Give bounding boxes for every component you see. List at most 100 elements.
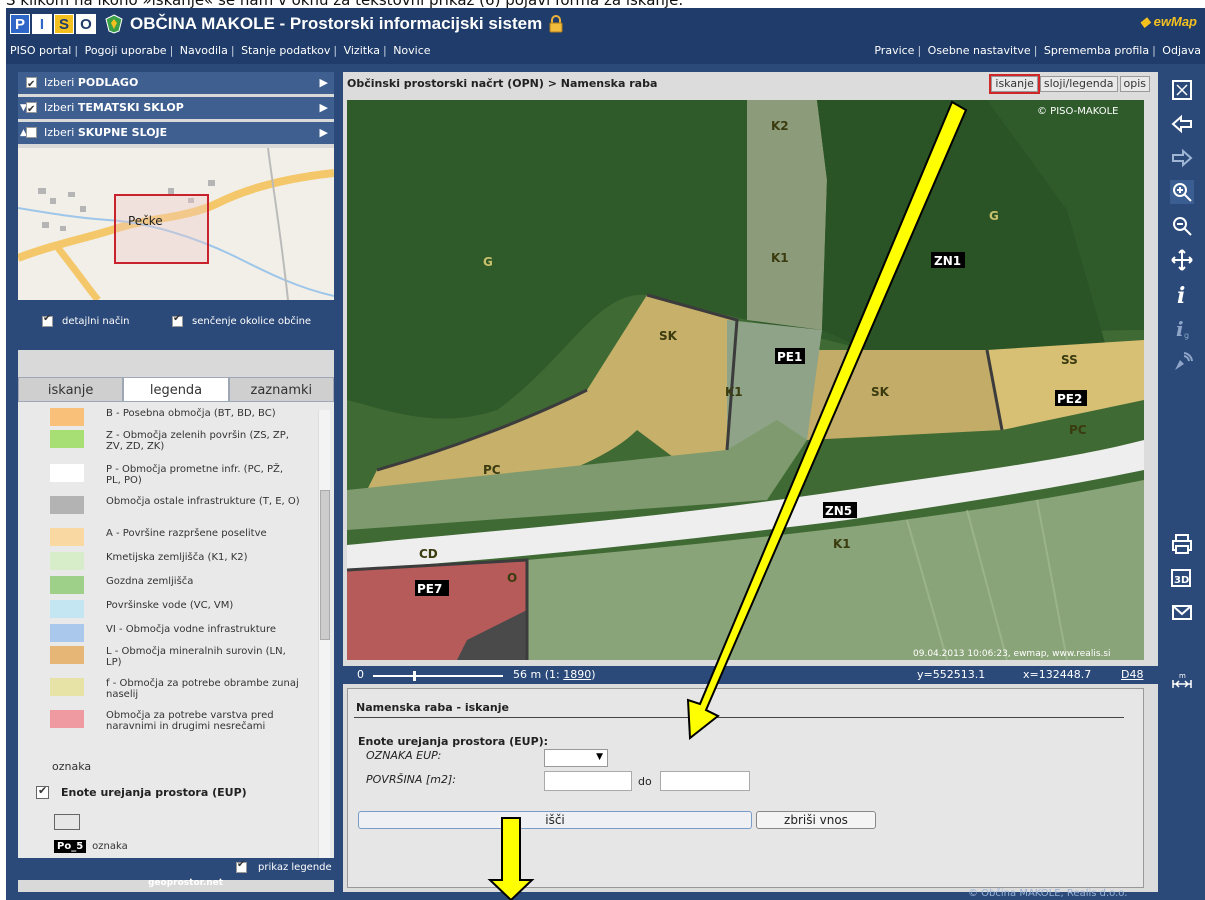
legend-item: A - Površine razpršene poselitve <box>50 528 300 546</box>
clear-button[interactable]: zbriši vnos <box>756 811 876 829</box>
layer-row-common[interactable]: ▲ Izberi SKUPNE SLOJE ▶ <box>18 122 334 144</box>
map-label: PC <box>483 463 501 477</box>
eup-layer-toggle[interactable]: Enote urejanja prostora (EUP) <box>36 784 247 799</box>
area-from-input[interactable] <box>544 771 632 791</box>
full-extent-icon[interactable] <box>1170 78 1194 102</box>
layer-name: SKUPNE SLOJE <box>77 126 168 139</box>
nav-change-profile[interactable]: Sprememba profila <box>1044 44 1149 57</box>
overview-map[interactable]: Pečke <box>18 148 334 300</box>
nav-rights[interactable]: Pravice <box>874 44 914 57</box>
nav-instructions[interactable]: Navodila <box>180 44 228 57</box>
logo-letter-p: P <box>10 14 30 34</box>
map-watermark: © PISO-MAKOLE <box>1037 106 1119 117</box>
nav-news[interactable]: Novice <box>393 44 430 57</box>
nav-logout[interactable]: Odjava <box>1162 44 1201 57</box>
map-label: O <box>507 571 517 585</box>
legend-list: B - Posebna območja (BT, BD, BC) Z - Obm… <box>18 402 334 858</box>
3d-view-icon[interactable]: 3D <box>1170 566 1194 590</box>
legend-scrollbar[interactable] <box>318 410 330 858</box>
nav-data-status[interactable]: Stanje podatkov <box>241 44 330 57</box>
show-legend-checkbox[interactable] <box>236 859 247 873</box>
layer-row-base[interactable]: Izberi PODLAGO ▶ <box>18 72 334 96</box>
map-label: K2 <box>771 119 789 133</box>
zoom-out-icon[interactable] <box>1170 214 1194 238</box>
legend-item: Območja za potrebe varstva pred naravnim… <box>50 710 300 732</box>
oznaka-eup-select[interactable] <box>544 749 608 767</box>
app-header: P I S O OBČINA MAKOLE - Prostorski infor… <box>6 8 1205 64</box>
scale-ratio-link[interactable]: 1890 <box>563 668 591 681</box>
map-label: ZN5 <box>825 504 852 518</box>
svg-text:g: g <box>1184 331 1189 340</box>
nav-piso-portal[interactable]: PISO portal <box>10 44 71 57</box>
chevron-right-icon[interactable]: ▶ <box>320 97 328 119</box>
svg-text:i: i <box>1177 283 1185 306</box>
show-legend-row[interactable]: prikaz legende <box>18 858 334 880</box>
nav-personal-settings[interactable]: Osebne nastavitve <box>928 44 1031 57</box>
map-label: K1 <box>833 537 851 551</box>
layer-checkbox[interactable] <box>26 127 37 138</box>
ewmap-logo: ◆ ewMap <box>1140 14 1197 29</box>
layer-row-theme[interactable]: ▼ Izberi TEMATSKI SKLOP ▶ <box>18 97 334 121</box>
print-icon[interactable] <box>1170 532 1194 556</box>
info-group-icon[interactable]: ig <box>1170 316 1194 340</box>
map-tabs: iskanje sloji/legenda opis <box>989 74 1150 94</box>
top-nav-right: Pravice | Osebne nastavitve | Sprememba pr… <box>874 44 1201 57</box>
brand: P I S O OBČINA MAKOLE - Prostorski infor… <box>10 12 564 36</box>
map-label: ZN1 <box>934 254 961 268</box>
legend-oznaka-label: oznaka <box>52 760 92 773</box>
mail-icon[interactable] <box>1170 600 1194 624</box>
detail-mode-checkbox[interactable] <box>42 313 53 327</box>
legend-item: Gozdna zemljišča <box>50 576 300 594</box>
nav-card[interactable]: Vizitka <box>344 44 380 57</box>
gps-icon[interactable] <box>1170 350 1194 374</box>
pan-icon[interactable] <box>1170 248 1194 272</box>
breadcrumb: Občinski prostorski načrt (OPN) > Namens… <box>347 77 658 90</box>
tab-iskanje[interactable]: iskanje <box>989 74 1040 94</box>
layer-checkbox[interactable] <box>26 74 37 96</box>
legend-item: L - Območja mineralnih surovin (LN, LP) <box>50 646 300 668</box>
shading-option[interactable]: senčenje okolice občine <box>172 313 311 327</box>
zoom-in-icon[interactable] <box>1170 180 1194 204</box>
top-nav-left: PISO portal | Pogoji uporabe | Navodila | S… <box>10 44 431 57</box>
scale-bar-row: 0 56 m (1: 1890) y=552513.1 x=132448.7 D… <box>343 666 1158 684</box>
layer-checkbox[interactable] <box>26 99 37 121</box>
copyright: © Občina MAKOLE, Realis d.o.o. <box>968 888 1128 899</box>
left-tabs: iskanje legenda zaznamki <box>18 377 334 402</box>
legend-item: VI - Območja vodne infrastrukture <box>50 624 300 642</box>
info-icon[interactable]: i <box>1170 282 1194 306</box>
nav-terms[interactable]: Pogoji uporabe <box>85 44 167 57</box>
tab-bookmarks[interactable]: zaznamki <box>228 377 334 402</box>
map-label: PC <box>1069 423 1087 437</box>
map-label: PE2 <box>1057 392 1082 406</box>
legend-item: P - Območja prometne infr. (PC, PŽ, PL, … <box>50 464 300 486</box>
map-label: SK <box>871 385 890 399</box>
chevron-right-icon[interactable]: ▶ <box>320 122 328 144</box>
oznaka-label: OZNAKA EUP: <box>366 749 442 762</box>
po-tag: Po_5 <box>54 840 87 853</box>
scale-zero: 0 <box>357 668 364 681</box>
scrollbar-thumb[interactable] <box>320 490 330 640</box>
detail-mode-option[interactable]: detajlni način <box>42 313 129 327</box>
chevron-right-icon[interactable]: ▶ <box>320 72 328 94</box>
forward-arrow-icon[interactable] <box>1170 146 1194 170</box>
logo-letter-o: O <box>76 14 96 34</box>
layer-name: PODLAGO <box>77 76 139 89</box>
map-view[interactable]: K2 G K1 ZN1 G SK PE1 K1 SK SS PE2 PC PC … <box>347 100 1144 660</box>
area-to-input[interactable] <box>660 771 750 791</box>
tab-description[interactable]: opis <box>1119 76 1150 92</box>
legend-item: Z - Območja zelenih površin (ZS, ZP, ZV,… <box>50 430 300 452</box>
measure-distance-icon[interactable]: m <box>1170 670 1194 694</box>
tab-layers-legend[interactable]: sloji/legenda <box>1039 76 1118 92</box>
map-label: SS <box>1061 353 1078 367</box>
map-label: K1 <box>725 385 743 399</box>
lock-icon <box>549 15 563 33</box>
scale-slider-icon[interactable] <box>373 671 503 681</box>
coord-system-link[interactable]: D48 <box>1121 668 1143 681</box>
tab-legend[interactable]: legenda <box>123 377 229 402</box>
eup-checkbox[interactable] <box>36 784 49 799</box>
search-button[interactable]: išči <box>358 811 752 829</box>
back-arrow-icon[interactable] <box>1170 112 1194 136</box>
map-label: CD <box>419 547 438 561</box>
tab-search[interactable]: iskanje <box>18 377 124 402</box>
shading-checkbox[interactable] <box>172 313 183 327</box>
